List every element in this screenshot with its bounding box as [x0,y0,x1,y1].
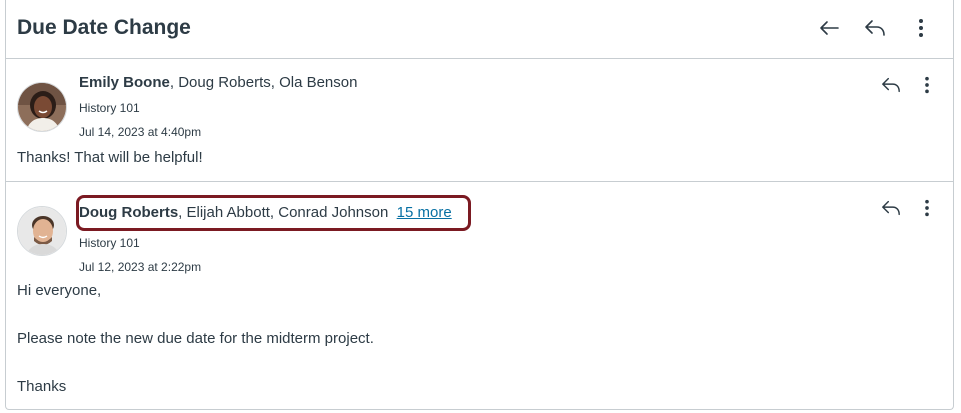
more-vertical-icon [925,199,929,217]
course-name: History 101 [79,236,140,250]
message-reply-button[interactable] [879,73,903,97]
message-body-line: Thanks [17,378,67,395]
more-vertical-icon [919,19,923,37]
message-participants: Emily Boone, Doug Roberts, Ola Benson [79,74,357,91]
course-name: History 101 [79,101,140,115]
message-body-line: Please note the new due date for the mid… [17,330,374,347]
other-participants: , Doug Roberts, Ola Benson [169,74,358,91]
reply-icon [882,200,900,216]
avatar-emily-boone-image [18,83,66,131]
message-divider [6,181,953,182]
more-vertical-icon [925,76,929,94]
more-options-button[interactable] [907,14,935,42]
reply-icon [882,77,900,93]
message-body-line: Thanks! That will be helpful! [17,149,203,166]
message-more-options-button[interactable] [915,196,939,220]
message-more-options-button[interactable] [915,73,939,97]
avatar [17,82,67,132]
message-date: Jul 14, 2023 at 4:40pm [79,125,202,139]
message-reply-button[interactable] [879,196,903,220]
avatar [17,206,67,256]
message-date: Jul 12, 2023 at 2:22pm [79,260,202,274]
sender-name: Emily Boone [79,74,170,91]
back-button[interactable] [815,14,843,42]
conversation-header: Due Date Change [6,0,953,59]
back-arrow-icon [820,21,839,35]
conversation-title: Due Date Change [17,16,191,39]
reply-button[interactable] [861,14,889,42]
avatar-doug-roberts-image [18,207,66,255]
reply-icon [865,20,885,36]
participants-highlight-box [76,195,471,231]
message-body-line: Hi everyone, [17,282,102,299]
conversation-panel: Due Date Change Emily Boone, Doug Robert… [5,0,954,410]
